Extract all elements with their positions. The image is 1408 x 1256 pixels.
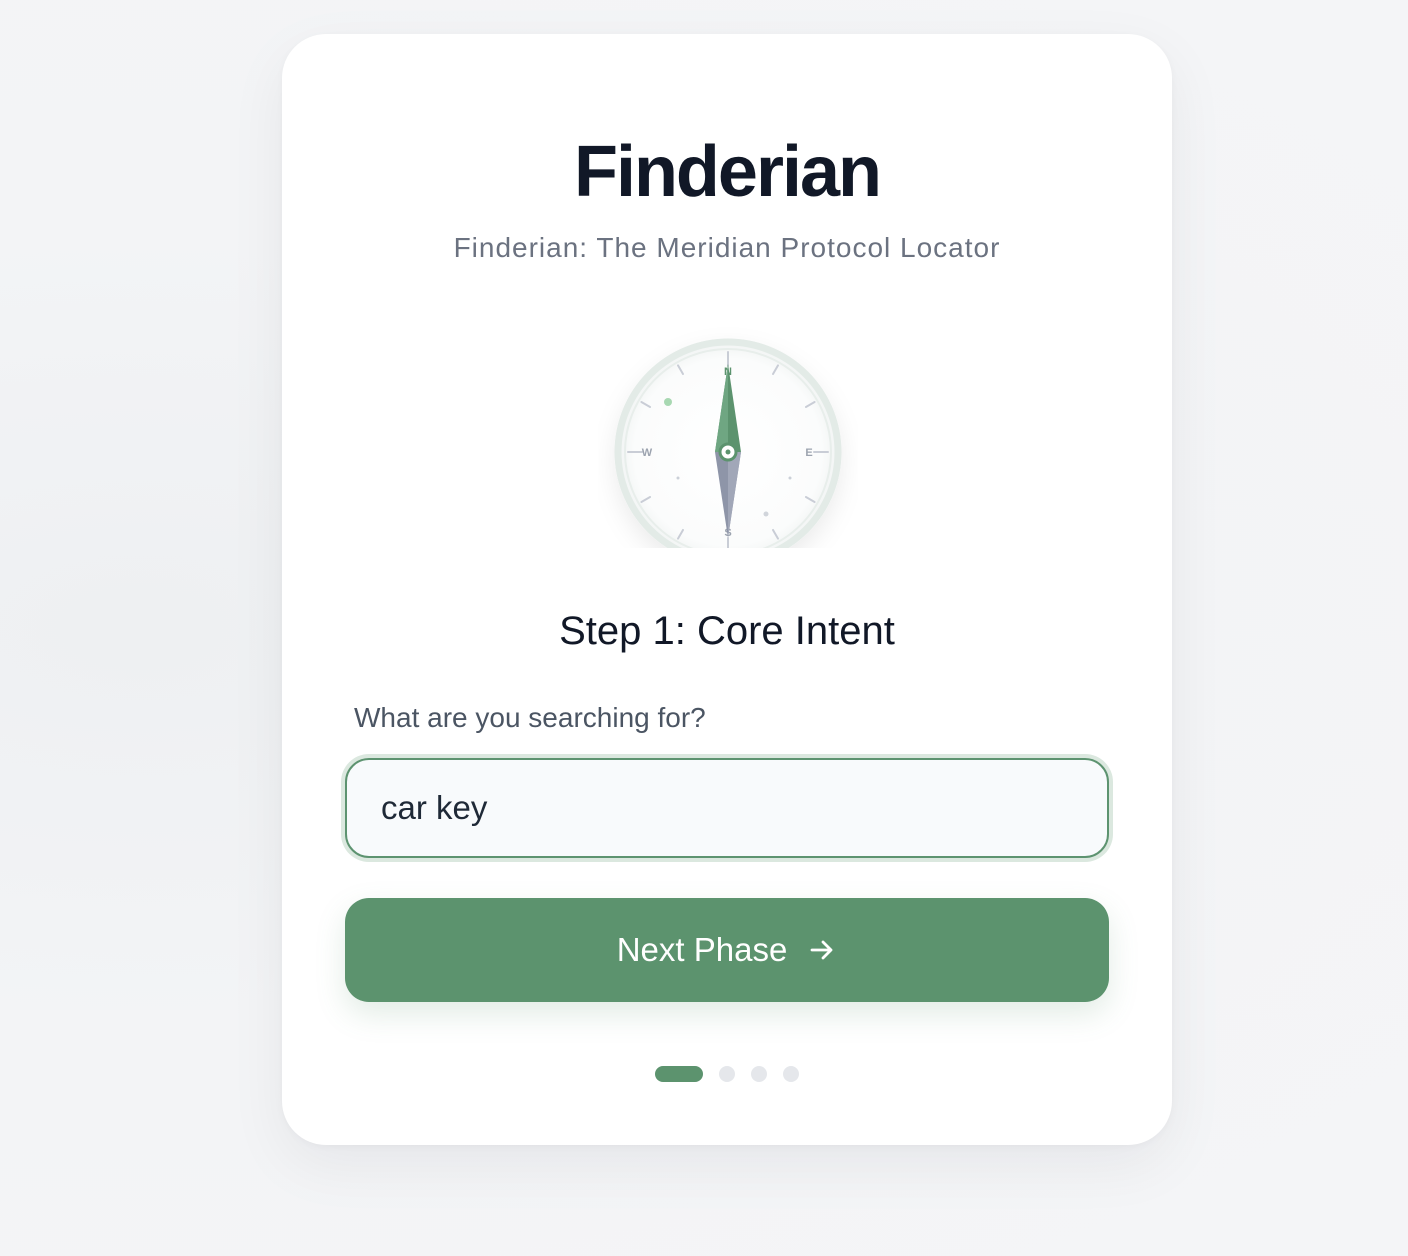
compass-marker-dot — [763, 511, 769, 517]
page-background: Finderian Finderian: The Meridian Protoc… — [0, 0, 1408, 1256]
compass-marker-dot — [788, 476, 792, 480]
compass-marker-dot — [664, 398, 672, 406]
app-subtitle: Finderian: The Meridian Protocol Locator — [453, 232, 1001, 263]
compass-west-label: W — [642, 447, 653, 459]
compass-icon: N S E W — [614, 338, 842, 548]
app-title: Finderian — [573, 132, 882, 212]
step-dot — [719, 1066, 735, 1082]
compass-pivot-center — [725, 449, 731, 455]
compass-marker-dot — [676, 476, 680, 480]
search-question-label: What are you searching for? — [354, 702, 706, 733]
step-dot — [751, 1066, 767, 1082]
search-input[interactable] — [345, 758, 1109, 858]
step-title: Step 1: Core Intent — [559, 609, 895, 653]
compass-east-label: E — [805, 447, 812, 459]
next-phase-button[interactable]: Next Phase — [345, 898, 1109, 1002]
arrow-right-icon — [807, 935, 837, 965]
wizard-card: Finderian Finderian: The Meridian Protoc… — [282, 34, 1172, 1145]
next-phase-label: Next Phase — [616, 931, 788, 968]
step-dot — [783, 1066, 799, 1082]
step-dot-active — [655, 1066, 703, 1082]
step-progress-indicator — [282, 1066, 1172, 1082]
